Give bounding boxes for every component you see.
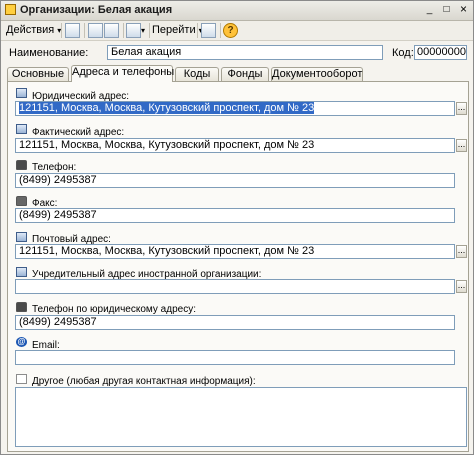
other-info-textarea[interactable] xyxy=(15,387,467,447)
organization-window: Организации: Белая акация _ □ × Действия… xyxy=(0,0,474,455)
fax-icon xyxy=(16,196,27,206)
title-bar[interactable]: Организации: Белая акация _ □ × xyxy=(1,1,473,21)
toolbar-divider xyxy=(123,23,124,38)
print-icon[interactable] xyxy=(126,23,141,38)
tab-funds[interactable]: Фонды xyxy=(221,67,269,81)
phone-icon xyxy=(16,302,27,312)
window-title: Организации: Белая акация xyxy=(20,4,173,16)
toolbar-divider xyxy=(220,23,221,38)
note-icon xyxy=(16,374,27,384)
toolbar-divider xyxy=(61,23,62,38)
maximize-button[interactable]: □ xyxy=(440,4,453,16)
actual-address-field[interactable]: 121151, Москва, Москва, Кутузовский прос… xyxy=(15,138,455,153)
goto-menu[interactable]: Перейти ▾ xyxy=(152,23,203,38)
address-icon xyxy=(16,88,27,98)
actual-address-label: Фактический адрес: xyxy=(32,127,125,138)
toolbar-divider xyxy=(84,23,85,38)
help-icon[interactable]: ? xyxy=(223,23,238,38)
phone-icon xyxy=(16,160,27,170)
address-icon xyxy=(16,124,27,134)
postal-address-select-button[interactable]: ... xyxy=(456,245,467,258)
actions-menu[interactable]: Действия ▾ xyxy=(6,23,61,38)
toolbar: Действия ▾ ▾ Перейти ▾ ? xyxy=(1,21,473,41)
postal-address-field[interactable]: 121151, Москва, Москва, Кутузовский прос… xyxy=(15,244,455,259)
list-icon[interactable] xyxy=(201,23,216,38)
legal-address-field[interactable]: 121151, Москва, Москва, Кутузовский прос… xyxy=(15,101,455,116)
legal-phone-field[interactable]: (8499) 2495387 xyxy=(15,315,455,330)
app-icon xyxy=(5,4,16,15)
addresses-phones-panel: Юридический адрес: 121151, Москва, Москв… xyxy=(7,81,469,452)
address-icon xyxy=(16,232,27,242)
tab-addresses-phones[interactable]: Адреса и телефоны xyxy=(71,65,174,82)
actions-label: Действия xyxy=(6,24,55,36)
foreign-address-select-button[interactable]: ... xyxy=(456,280,467,293)
goto-label: Перейти xyxy=(152,24,196,36)
address-icon xyxy=(16,267,27,277)
actual-address-select-button[interactable]: ... xyxy=(456,139,467,152)
tab-codes[interactable]: Коды xyxy=(175,67,219,81)
tab-main[interactable]: Основные xyxy=(7,67,69,81)
print-menu-arrow[interactable]: ▾ xyxy=(141,23,145,38)
toolbar-divider xyxy=(197,23,198,38)
refresh-icon[interactable] xyxy=(104,23,119,38)
name-field[interactable]: Белая акация xyxy=(107,45,383,60)
legal-address-select-button[interactable]: ... xyxy=(456,102,467,115)
other-info-label: Другое (любая другая контактная информац… xyxy=(32,376,256,387)
toolbar-divider xyxy=(149,23,150,38)
save-icon[interactable] xyxy=(65,23,80,38)
phone-field[interactable]: (8499) 2495387 xyxy=(15,173,455,188)
legal-address-value: 121151, Москва, Москва, Кутузовский прос… xyxy=(19,102,315,114)
name-label: Наименование: xyxy=(9,47,89,59)
write-icon[interactable] xyxy=(88,23,103,38)
fax-field[interactable]: (8499) 2495387 xyxy=(15,208,455,223)
close-button[interactable]: × xyxy=(457,3,470,16)
code-label: Код: xyxy=(392,47,414,59)
email-icon: @ xyxy=(16,337,27,347)
chevron-down-icon: ▾ xyxy=(141,26,146,35)
legal-phone-label: Телефон по юридическому адресу: xyxy=(32,304,196,315)
tab-document-flow[interactable]: Документооборот xyxy=(271,67,363,81)
email-field[interactable] xyxy=(15,350,455,365)
foreign-address-field[interactable] xyxy=(15,279,455,294)
minimize-button[interactable]: _ xyxy=(423,4,436,16)
code-field[interactable]: 000000001 xyxy=(414,45,467,60)
phone-label: Телефон: xyxy=(32,162,77,173)
